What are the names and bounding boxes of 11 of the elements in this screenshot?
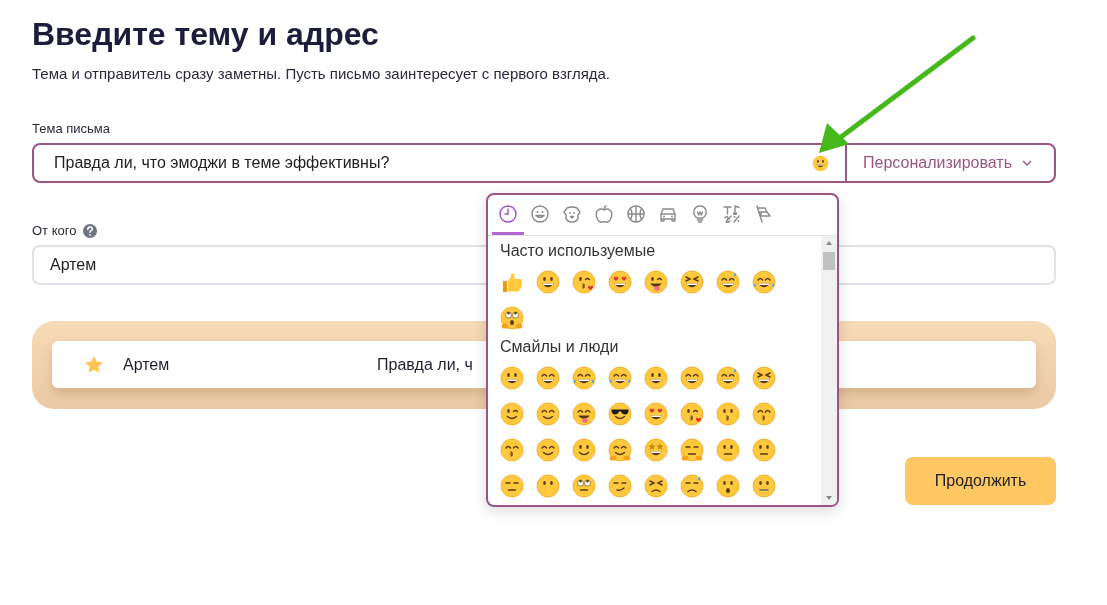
preview-sender: Артем — [123, 355, 171, 374]
subject-field[interactable]: Правда ли, что эмоджи в теме эффективны? Персонализировать — [32, 143, 1056, 183]
field-label: Тема письма — [32, 121, 110, 137]
section-title: Смайлы и люди — [499, 337, 620, 357]
field-label: От кого — [32, 223, 77, 239]
field-value: Правда ли, что эмоджи в теме эффективны? — [53, 154, 391, 172]
preview-subject: Правда ли, ч — [377, 355, 473, 374]
continue-button[interactable]: Продолжить — [905, 457, 1056, 505]
page-subtitle: Тема и отправитель сразу заметны. Пусть письмо заинтересует с первого взгляда. — [32, 64, 611, 84]
page-title: Введите тему и адрес — [32, 15, 379, 54]
section-title: Часто используемые — [499, 241, 657, 261]
